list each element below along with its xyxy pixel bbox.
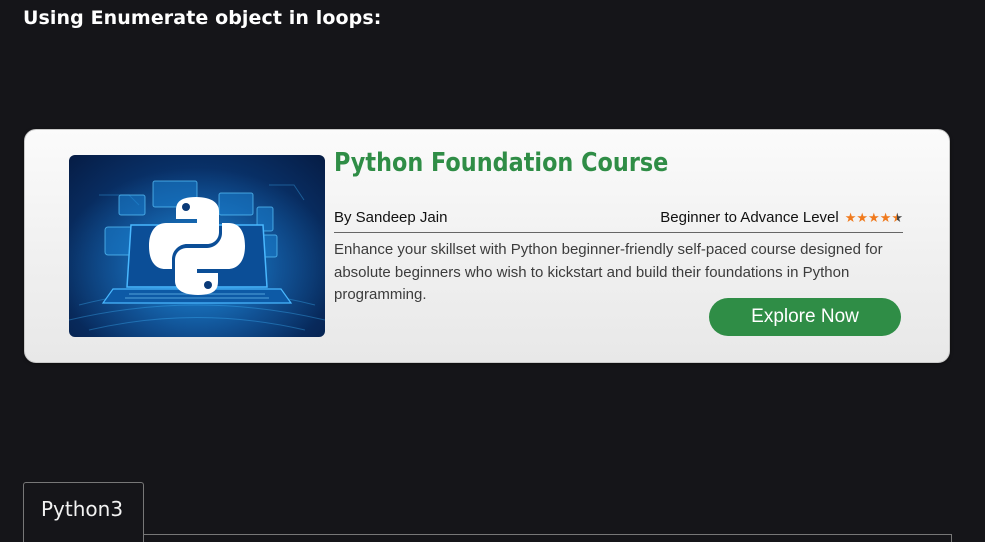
- star-icon: ★: [844, 210, 857, 225]
- star-icon: ★: [879, 210, 892, 225]
- explore-now-button[interactable]: Explore Now: [709, 298, 901, 336]
- course-level: Beginner to Advance Level: [660, 209, 839, 226]
- code-panel-border: [144, 534, 952, 542]
- python-logo-laptop-icon: [69, 155, 325, 337]
- course-title[interactable]: Python Foundation Course: [334, 148, 668, 178]
- section-heading: Using Enumerate object in loops:: [23, 7, 382, 29]
- course-meta-row: By Sandeep Jain Beginner to Advance Leve…: [334, 208, 903, 233]
- course-level-rating: Beginner to Advance Level ★ ★ ★ ★ ★: [660, 209, 903, 226]
- tab-python3[interactable]: Python3: [23, 482, 144, 542]
- half-star-icon: ★: [891, 210, 903, 225]
- star-rating: ★ ★ ★ ★ ★: [845, 211, 903, 224]
- course-thumbnail[interactable]: [69, 155, 325, 337]
- star-icon: ★: [868, 210, 880, 225]
- star-icon: ★: [856, 210, 869, 225]
- course-description: Enhance your skillset with Python beginn…: [334, 241, 883, 303]
- course-promo-card[interactable]: Python Foundation Course By Sandeep Jain…: [24, 129, 950, 363]
- course-author: By Sandeep Jain: [334, 209, 448, 226]
